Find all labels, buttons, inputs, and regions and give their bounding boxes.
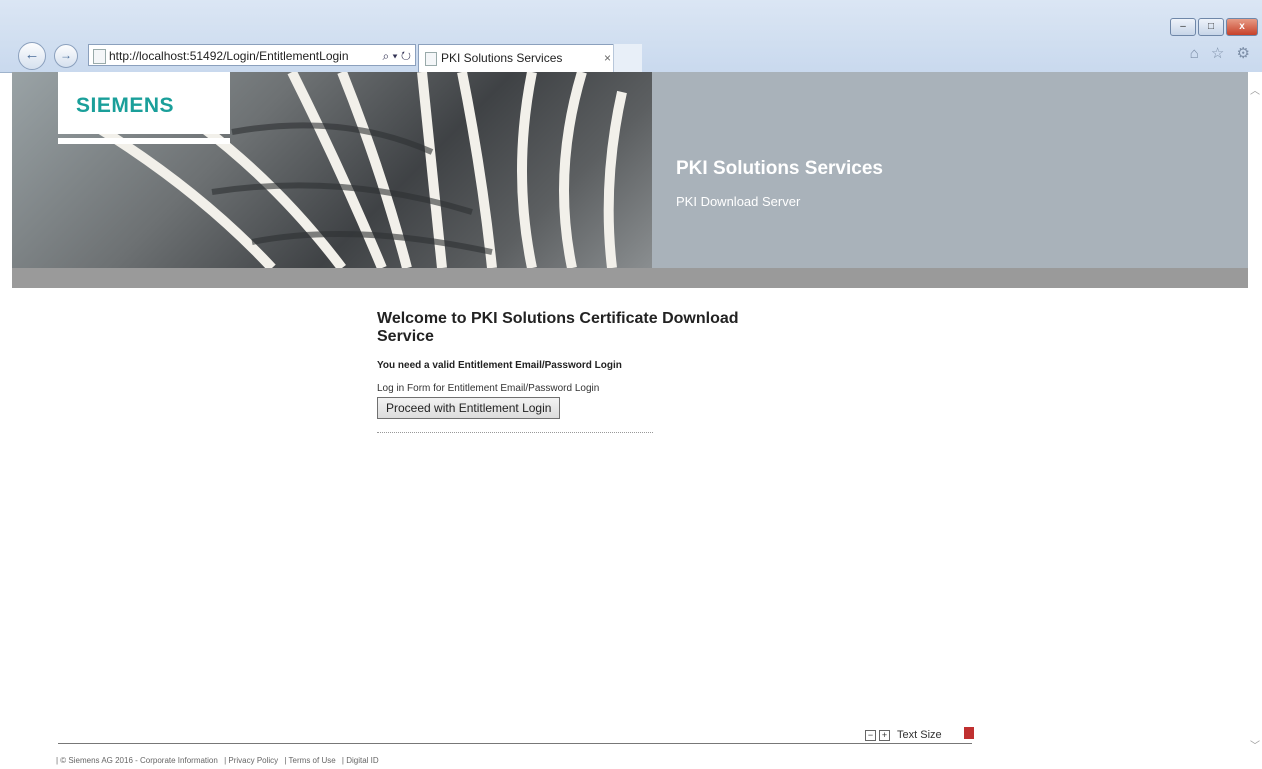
back-arrow-icon[interactable]: ← [18, 42, 46, 70]
tab-page-icon [425, 52, 437, 66]
proceed-login-button[interactable]: Proceed with Entitlement Login [377, 397, 561, 419]
dotted-divider [377, 432, 653, 433]
footer-privacy-link[interactable]: | Privacy Policy [224, 756, 278, 765]
close-window-button[interactable]: x [1226, 18, 1258, 36]
header-photo: SIEMENS [12, 72, 652, 268]
requirement-text: You need a valid Entitlement Email/Passw… [377, 360, 622, 371]
form-label: Log in Form for Entitlement Email/Passwo… [377, 383, 600, 394]
logo-underline [58, 138, 230, 144]
window-controls: – □ x [1170, 18, 1258, 36]
browser-chrome: – □ x ← → http://localhost:51492/Login/E… [0, 0, 1262, 73]
scrollbar[interactable]: ︿ ﹀ [1248, 72, 1262, 769]
page: SIEMENS PKI Solutions Services PKI Downl… [12, 72, 1248, 769]
footer-terms-link[interactable]: | Terms of Use [284, 756, 335, 765]
footer-divider [58, 743, 972, 744]
footer-copyright-link[interactable]: | © Siemens AG 2016 - Corporate Informat… [56, 756, 218, 765]
logo-text: SIEMENS [76, 94, 175, 117]
tab-title: PKI Solutions Services [441, 51, 563, 65]
main-content: Welcome to PKI Solutions Certificate Dow… [377, 310, 797, 433]
maximize-button[interactable]: □ [1198, 18, 1224, 36]
tab-close-icon[interactable]: × [604, 45, 611, 71]
page-heading: Welcome to PKI Solutions Certificate Dow… [377, 310, 739, 345]
scroll-up-icon[interactable]: ︿ [1250, 82, 1260, 97]
decrease-text-icon[interactable]: − [865, 729, 876, 741]
header-divider-bar [12, 268, 1248, 288]
page-icon [93, 49, 106, 64]
siemens-logo[interactable]: SIEMENS [58, 72, 230, 134]
header-banner: SIEMENS PKI Solutions Services PKI Downl… [12, 72, 1248, 268]
increase-text-icon[interactable]: + [879, 729, 890, 741]
browser-tab[interactable]: PKI Solutions Services × [418, 44, 642, 72]
footer: | © Siemens AG 2016 - Corporate Informat… [56, 756, 383, 765]
new-tab-button[interactable] [613, 44, 642, 72]
search-refresh-icon[interactable]: ⌕ ▾ ↻ [382, 45, 411, 65]
text-size-label: Text Size [897, 729, 942, 741]
site-subtitle: PKI Download Server [676, 194, 801, 209]
footer-digital-id-link[interactable]: | Digital ID [342, 756, 379, 765]
scroll-down-icon[interactable]: ﹀ [1250, 737, 1260, 752]
home-favorites-settings-icons[interactable]: ⌂ ☆ ⚙ [1190, 44, 1254, 62]
forward-arrow-icon[interactable]: → [54, 44, 78, 68]
address-bar[interactable]: http://localhost:51492/Login/Entitlement… [88, 44, 416, 66]
minimize-button[interactable]: – [1170, 18, 1196, 36]
print-icon[interactable] [964, 727, 974, 739]
site-title: PKI Solutions Services [676, 158, 883, 179]
url-text: http://localhost:51492/Login/Entitlement… [109, 49, 349, 63]
text-size-control: − + Text Size [865, 729, 942, 741]
